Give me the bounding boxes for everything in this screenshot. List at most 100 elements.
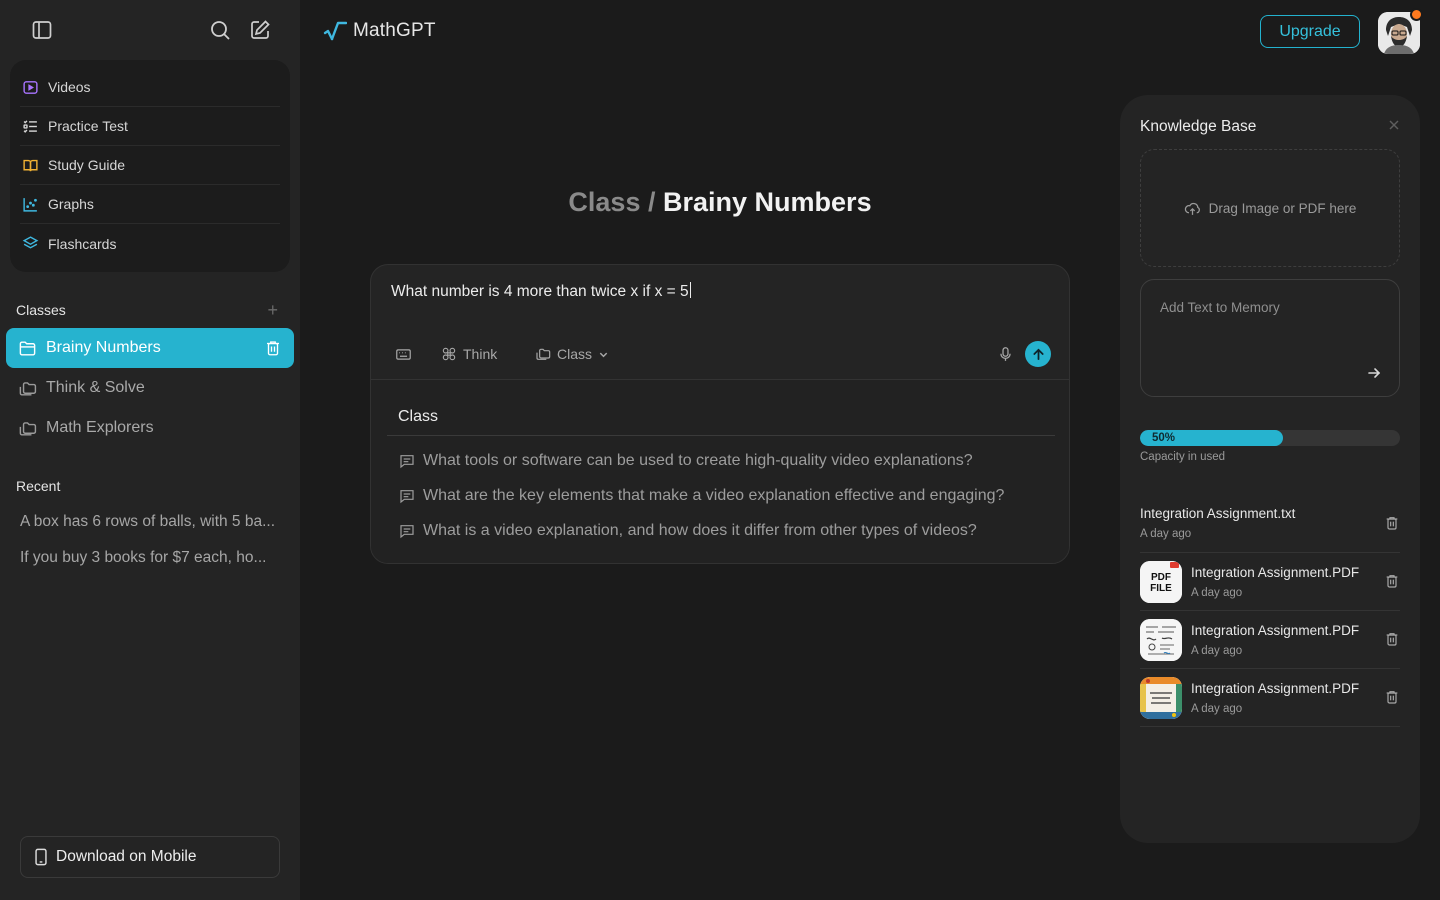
- breadcrumb-parent[interactable]: Class: [568, 187, 640, 217]
- book-icon: [22, 157, 39, 174]
- composer: What number is 4 more than twice x if x …: [370, 264, 1070, 564]
- file-item[interactable]: PDF FILE Integration Assignment.PDF A da…: [1140, 553, 1400, 611]
- class-label: Math Explorers: [46, 419, 154, 436]
- trash-icon[interactable]: [1384, 515, 1400, 531]
- search-icon[interactable]: [208, 18, 232, 42]
- tool-graphs[interactable]: Graphs: [20, 185, 280, 224]
- suggestions-title: Class: [398, 408, 439, 425]
- suggestion-text: What are the key elements that make a vi…: [423, 487, 1005, 504]
- upgrade-button[interactable]: Upgrade: [1260, 15, 1360, 48]
- new-chat-icon[interactable]: [248, 18, 272, 42]
- capacity-bar: 50%: [1140, 430, 1400, 446]
- think-button[interactable]: Think: [441, 341, 497, 367]
- capacity-fill: 50%: [1140, 430, 1283, 446]
- tool-label: Graphs: [48, 196, 94, 212]
- microphone-icon[interactable]: [998, 341, 1013, 367]
- knowledge-base-title: Knowledge Base: [1140, 118, 1257, 135]
- file-item[interactable]: Integration Assignment.txt A day ago: [1140, 495, 1400, 553]
- knowledge-base-panel: Knowledge Base Drag Image or PDF here 50…: [1120, 95, 1420, 843]
- brand-logo[interactable]: MathGPT: [323, 20, 436, 42]
- memory-input[interactable]: [1160, 300, 1360, 315]
- add-class-icon[interactable]: +: [267, 300, 278, 321]
- memory-box: [1140, 279, 1400, 397]
- tool-flashcards[interactable]: Flashcards: [20, 224, 280, 263]
- file-list: Integration Assignment.txt A day ago PDF…: [1140, 495, 1400, 727]
- file-dropzone[interactable]: Drag Image or PDF here: [1140, 149, 1400, 267]
- file-date: A day ago: [1140, 528, 1192, 540]
- think-label: Think: [463, 346, 498, 362]
- suggestions-panel: Class What tools or software can be used…: [371, 379, 1069, 563]
- pdf-thumb-text: FILE: [1150, 583, 1172, 594]
- text-caret: [689, 282, 691, 298]
- think-icon: [441, 346, 457, 362]
- class-item-math-explorers[interactable]: Math Explorers: [6, 408, 294, 448]
- class-selector-label: Class: [557, 346, 593, 362]
- colorful-page-thumbnail: [1140, 677, 1182, 719]
- tool-label: Practice Test: [48, 118, 128, 134]
- pdf-thumb-text: PDF: [1151, 572, 1171, 583]
- message-icon: [399, 453, 415, 469]
- suggestion-item[interactable]: What are the key elements that make a vi…: [399, 487, 1004, 505]
- message-icon: [399, 523, 415, 539]
- chevron-down-icon: [598, 349, 609, 360]
- page-title: Brainy Numbers: [663, 187, 872, 217]
- video-icon: [22, 79, 39, 96]
- breadcrumb-separator: /: [647, 187, 656, 217]
- brand-name: MathGPT: [353, 20, 436, 41]
- file-item[interactable]: Integration Assignment.PDF A day ago: [1140, 611, 1400, 669]
- class-item-think-solve[interactable]: Think & Solve: [6, 368, 294, 408]
- recent-item[interactable]: If you buy 3 books for $7 each, ho...: [20, 549, 286, 567]
- file-item[interactable]: Integration Assignment.PDF A day ago: [1140, 669, 1400, 727]
- suggestion-item[interactable]: What is a video explanation, and how doe…: [399, 522, 977, 540]
- tool-label: Flashcards: [48, 235, 117, 252]
- sidebar-top-bar: [30, 18, 272, 42]
- trash-icon[interactable]: [1384, 631, 1400, 647]
- classes-heading: Classes +: [16, 300, 278, 321]
- tool-label: Study Guide: [48, 157, 126, 173]
- prompt-input[interactable]: What number is 4 more than twice x if x …: [391, 282, 691, 301]
- capacity-caption: Capacity in used: [1140, 451, 1226, 463]
- keyboard-icon[interactable]: [395, 341, 412, 367]
- download-mobile-button[interactable]: Download on Mobile: [20, 836, 280, 878]
- folder-open-icon: [18, 339, 37, 358]
- close-icon[interactable]: [1388, 119, 1400, 131]
- divider: [387, 435, 1055, 436]
- arrow-right-icon[interactable]: [1367, 366, 1381, 380]
- breadcrumb: Class / Brainy Numbers: [370, 187, 1070, 218]
- file-date: A day ago: [1191, 587, 1243, 599]
- trash-icon[interactable]: [264, 339, 282, 357]
- tool-practice-test[interactable]: Practice Test: [20, 107, 280, 146]
- notification-dot: [1410, 8, 1423, 21]
- folders-icon: [18, 379, 37, 398]
- tools-menu: Videos Practice Test Study Guide Graphs …: [10, 60, 290, 272]
- suggestion-item[interactable]: What tools or software can be used to cr…: [399, 452, 973, 470]
- list-check-icon: [22, 118, 39, 135]
- sidebar-toggle-icon[interactable]: [30, 18, 54, 42]
- file-name: Integration Assignment.txt: [1140, 506, 1296, 521]
- file-name: Integration Assignment.PDF: [1191, 681, 1360, 696]
- class-item-brainy-numbers[interactable]: Brainy Numbers: [6, 328, 294, 368]
- tool-videos[interactable]: Videos: [20, 68, 280, 107]
- trash-icon[interactable]: [1384, 689, 1400, 705]
- tool-study-guide[interactable]: Study Guide: [20, 146, 280, 185]
- recent-item[interactable]: A box has 6 rows of balls, with 5 ba...: [20, 513, 286, 531]
- download-label: Download on Mobile: [56, 848, 197, 865]
- dropzone-label: Drag Image or PDF here: [1208, 200, 1357, 216]
- sidebar: Videos Practice Test Study Guide Graphs …: [0, 0, 300, 900]
- phone-icon: [34, 848, 48, 866]
- cloud-upload-icon: [1184, 200, 1201, 217]
- folders-icon: [18, 419, 37, 438]
- trash-icon[interactable]: [1384, 573, 1400, 589]
- file-name: Integration Assignment.PDF: [1191, 565, 1360, 580]
- classes-title: Classes: [16, 302, 66, 318]
- suggestion-text: What is a video explanation, and how doe…: [423, 522, 977, 539]
- composer-toolbar: Think Class: [395, 341, 1051, 367]
- pdf-file-icon: PDF FILE: [1140, 561, 1182, 603]
- send-button[interactable]: [1025, 341, 1051, 367]
- class-selector[interactable]: Class: [535, 341, 609, 367]
- tool-label: Videos: [48, 79, 91, 95]
- class-label: Brainy Numbers: [46, 339, 161, 356]
- layers-icon: [22, 235, 39, 252]
- folders-icon: [535, 346, 551, 362]
- message-icon: [399, 488, 415, 504]
